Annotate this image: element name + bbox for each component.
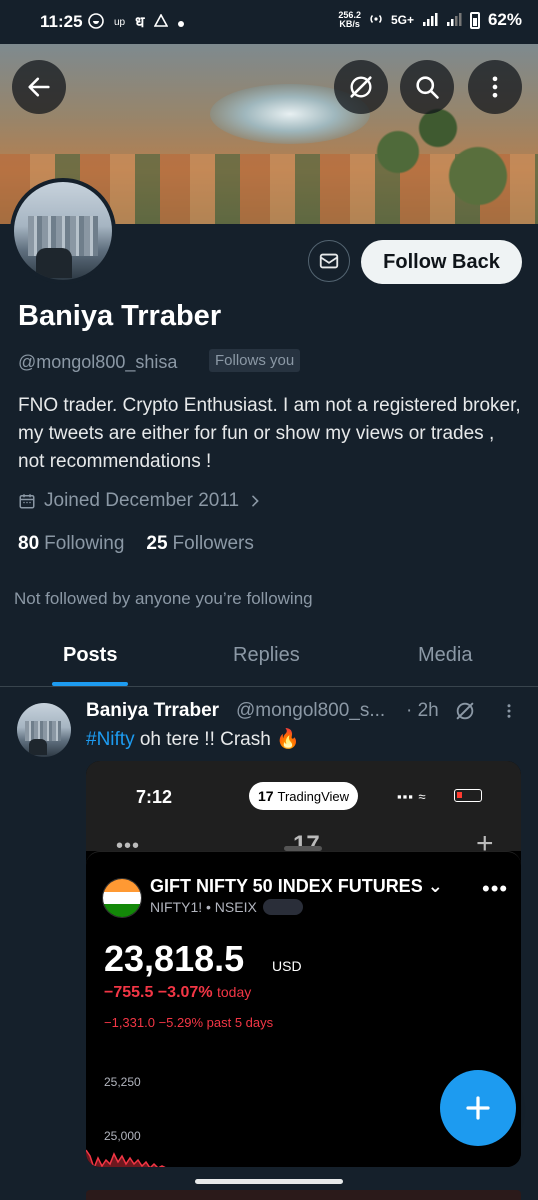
mutual-followers-note: Not followed by anyone you’re following	[14, 589, 313, 608]
media-change-today: −755.5 −3.07% today	[104, 984, 252, 1001]
media-sheet-grabber	[284, 846, 322, 851]
tradingview-logo-icon: 17	[257, 788, 274, 804]
more-vertical-icon	[492, 76, 498, 98]
arrow-left-icon	[28, 77, 50, 97]
media-phone-time: 7:12	[136, 787, 173, 807]
profile-avatar[interactable]	[10, 178, 116, 284]
following-link[interactable]: 80 Following	[18, 533, 124, 555]
battery-icon	[469, 11, 480, 29]
hotspot-icon	[369, 12, 383, 29]
calendar-icon	[19, 494, 35, 509]
media-y-label-1: 25,250	[104, 1075, 141, 1089]
net-speed: 256.2 KB/s	[338, 10, 361, 29]
followers-link[interactable]: 25 Followers	[146, 533, 253, 555]
dha-icon: ध	[135, 14, 145, 31]
media-instrument-name: GIFT NIFTY 50 INDEX FUTURES ⌄	[150, 876, 443, 896]
media-ellipsis-icon: •••	[482, 876, 509, 901]
status-bar: 11:25 up ध 256.2 KB/s 5G+ 62%	[0, 0, 538, 44]
profile-tabs: Posts Replies Media	[0, 630, 538, 687]
post-header: Baniya Trraber @mongol800_s... · 2h	[86, 700, 526, 724]
more-options-button[interactable]	[468, 60, 522, 114]
dot-icon	[178, 15, 185, 30]
follow-counts: 80 Following 25 Followers	[18, 533, 254, 555]
post-avatar-city	[25, 721, 61, 741]
tab-replies[interactable]: Replies	[233, 644, 300, 667]
next-post-edge	[86, 1190, 521, 1200]
media-signal-icon: ▪▪▪ ≈	[397, 789, 427, 804]
tab-posts[interactable]: Posts	[63, 644, 117, 667]
status-system-icons: 256.2 KB/s 5G+ 62%	[338, 10, 522, 30]
following-count: 80	[18, 533, 40, 554]
media-phone-topbar: 7:12 17 TradingView ▪▪▪ ≈ ••• 17 +	[86, 761, 521, 860]
media-symbol: NIFTY1! • NSEIX	[150, 899, 257, 915]
grok-icon	[456, 702, 474, 720]
signal-icon-2	[446, 12, 462, 29]
compose-post-button[interactable]	[440, 1070, 516, 1146]
profile-name: Baniya Trraber	[18, 300, 222, 332]
post-avatar-person	[29, 739, 47, 755]
post-author-handle[interactable]: @mongol800_s...	[236, 700, 400, 722]
message-button[interactable]	[308, 240, 350, 282]
following-label: Following	[44, 533, 125, 554]
post-timestamp: · 2h	[406, 700, 439, 721]
signal-icon	[422, 12, 438, 29]
up-icon: up	[114, 16, 126, 28]
post-body: oh tere !! Crash 🔥	[134, 729, 300, 750]
followers-count: 25	[146, 533, 168, 554]
follows-you-badge: Follows you	[209, 349, 301, 372]
tab-media[interactable]: Media	[418, 644, 472, 667]
joined-date-row[interactable]: Joined December 2011	[18, 490, 263, 512]
followers-label: Followers	[172, 533, 254, 554]
chevron-right-icon	[252, 495, 259, 507]
profile-handle: @mongol800_shisa	[18, 352, 178, 372]
grok-button[interactable]	[334, 60, 388, 114]
search-icon	[416, 76, 439, 99]
back-button[interactable]	[12, 60, 66, 114]
post-hashtag[interactable]: #Nifty	[86, 729, 135, 750]
media-status-pill	[262, 899, 303, 915]
home-indicator[interactable]	[195, 1179, 343, 1184]
media-y-label-2: 25,000	[104, 1129, 141, 1143]
whatsapp-icon	[88, 12, 104, 32]
media-change-5d: −1,331.0 −5.29% past 5 days	[104, 1015, 274, 1030]
network-type: 5G+	[390, 13, 414, 27]
india-flag-icon	[102, 878, 142, 918]
post-more-button[interactable]	[500, 702, 518, 726]
media-price: 23,818.5	[104, 938, 245, 979]
banner-trees	[338, 104, 538, 224]
plus-icon	[466, 1096, 490, 1120]
avatar-person	[36, 248, 72, 278]
more-vertical-icon	[507, 704, 511, 718]
battery-percent: 62%	[487, 10, 522, 29]
media-currency: USD	[272, 958, 302, 974]
post-text: #Nifty oh tere !! Crash 🔥	[86, 727, 300, 751]
post-avatar[interactable]	[17, 703, 71, 757]
warning-icon	[154, 13, 169, 30]
status-notification-icons: up ध	[88, 12, 185, 32]
envelope-icon	[319, 253, 339, 269]
media-symbol-row: NIFTY1! • NSEIX	[150, 899, 303, 915]
tradingview-label: TradingView	[277, 788, 350, 804]
media-battery-icon	[454, 789, 482, 802]
post-author-name[interactable]: Baniya Trraber	[86, 700, 219, 722]
grok-icon	[350, 76, 372, 98]
post-grok-button[interactable]	[454, 700, 476, 728]
tradingview-badge: 17 TradingView	[249, 782, 358, 810]
search-button[interactable]	[400, 60, 454, 114]
status-time: 11:25	[40, 12, 83, 31]
follow-back-button[interactable]: Follow Back	[361, 240, 522, 284]
joined-date: Joined December 2011	[44, 490, 240, 511]
profile-bio: FNO trader. Crypto Enthusiast. I am not …	[18, 395, 521, 472]
active-tab-indicator	[52, 682, 128, 686]
